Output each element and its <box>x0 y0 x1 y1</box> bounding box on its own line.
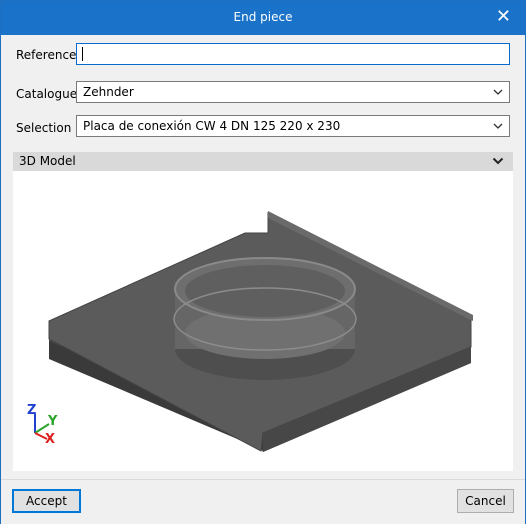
text-caret <box>82 47 83 61</box>
reference-input[interactable] <box>76 43 510 65</box>
model-panel-header[interactable]: 3D Model <box>13 152 513 171</box>
chevron-down-icon[interactable] <box>492 120 504 132</box>
cancel-button[interactable]: Cancel <box>457 489 514 513</box>
model-panel-title: 3D Model <box>19 154 76 168</box>
model-render: Z Y X <box>27 211 473 452</box>
dialog-window: End piece ✕ Reference Catalogue Zehnder … <box>0 0 526 524</box>
axis-z-label: Z <box>27 403 36 418</box>
window-title: End piece <box>233 10 293 24</box>
model-viewer[interactable]: Z Y X <box>13 171 513 471</box>
axis-triad: Z Y X <box>27 403 58 447</box>
dialog-footer: Accept Cancel <box>1 479 525 524</box>
catalogue-label: Catalogue <box>16 87 78 101</box>
collar-opening <box>185 265 345 317</box>
close-icon[interactable]: ✕ <box>496 7 511 27</box>
selection-select[interactable]: Placa de conexión CW 4 DN 125 220 x 230 <box>76 115 510 137</box>
reference-label: Reference <box>16 48 77 62</box>
chevron-down-icon[interactable] <box>492 155 504 167</box>
accept-button[interactable]: Accept <box>12 489 81 513</box>
catalogue-value: Zehnder <box>83 85 134 99</box>
axis-x-label: X <box>45 432 55 447</box>
catalogue-select[interactable]: Zehnder <box>76 81 510 103</box>
title-bar[interactable]: End piece ✕ <box>1 1 525 35</box>
selection-label: Selection <box>16 121 72 135</box>
axis-y-label: Y <box>47 414 58 429</box>
chevron-down-icon[interactable] <box>492 86 504 98</box>
selection-value: Placa de conexión CW 4 DN 125 220 x 230 <box>83 119 341 133</box>
